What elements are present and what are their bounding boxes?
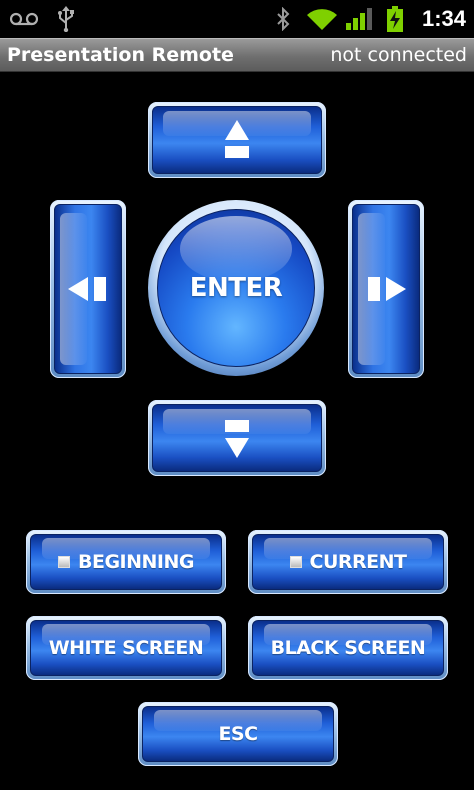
beginning-label: BEGINNING (78, 551, 195, 573)
status-bar: 1:34 (0, 0, 474, 38)
slide-icon (58, 556, 70, 568)
white-screen-button[interactable]: WHITE SCREEN (26, 616, 226, 680)
battery-charging-icon (384, 0, 406, 38)
black-screen-button[interactable]: BLACK SCREEN (248, 616, 448, 680)
current-button[interactable]: CURRENT (248, 530, 448, 594)
current-label: CURRENT (309, 551, 407, 573)
connection-status: not connected (330, 44, 467, 66)
arrow-right-icon (368, 277, 406, 301)
arrow-up-icon (225, 120, 249, 158)
voicemail-icon (8, 0, 40, 38)
enter-label: ENTER (189, 273, 283, 303)
arrow-down-icon (225, 420, 249, 458)
clock-time: 1:34 (421, 6, 466, 31)
left-button[interactable] (50, 200, 126, 378)
up-button[interactable] (148, 102, 326, 178)
black-screen-label: BLACK SCREEN (270, 637, 426, 659)
app-title: Presentation Remote (7, 44, 234, 66)
usb-icon (54, 0, 78, 38)
slide-icon (289, 556, 302, 568)
title-bar: Presentation Remote not connected (0, 38, 474, 72)
beginning-button[interactable]: BEGINNING (26, 530, 226, 594)
wifi-icon (304, 0, 340, 38)
enter-button[interactable]: ENTER (148, 200, 324, 376)
white-screen-label: WHITE SCREEN (48, 637, 204, 659)
arrow-left-icon (68, 277, 106, 301)
esc-button[interactable]: ESC (138, 702, 338, 766)
right-button[interactable] (348, 200, 424, 378)
signal-icon (344, 0, 374, 38)
esc-label: ESC (218, 723, 258, 745)
down-button[interactable] (148, 400, 326, 476)
bluetooth-icon (272, 0, 294, 38)
